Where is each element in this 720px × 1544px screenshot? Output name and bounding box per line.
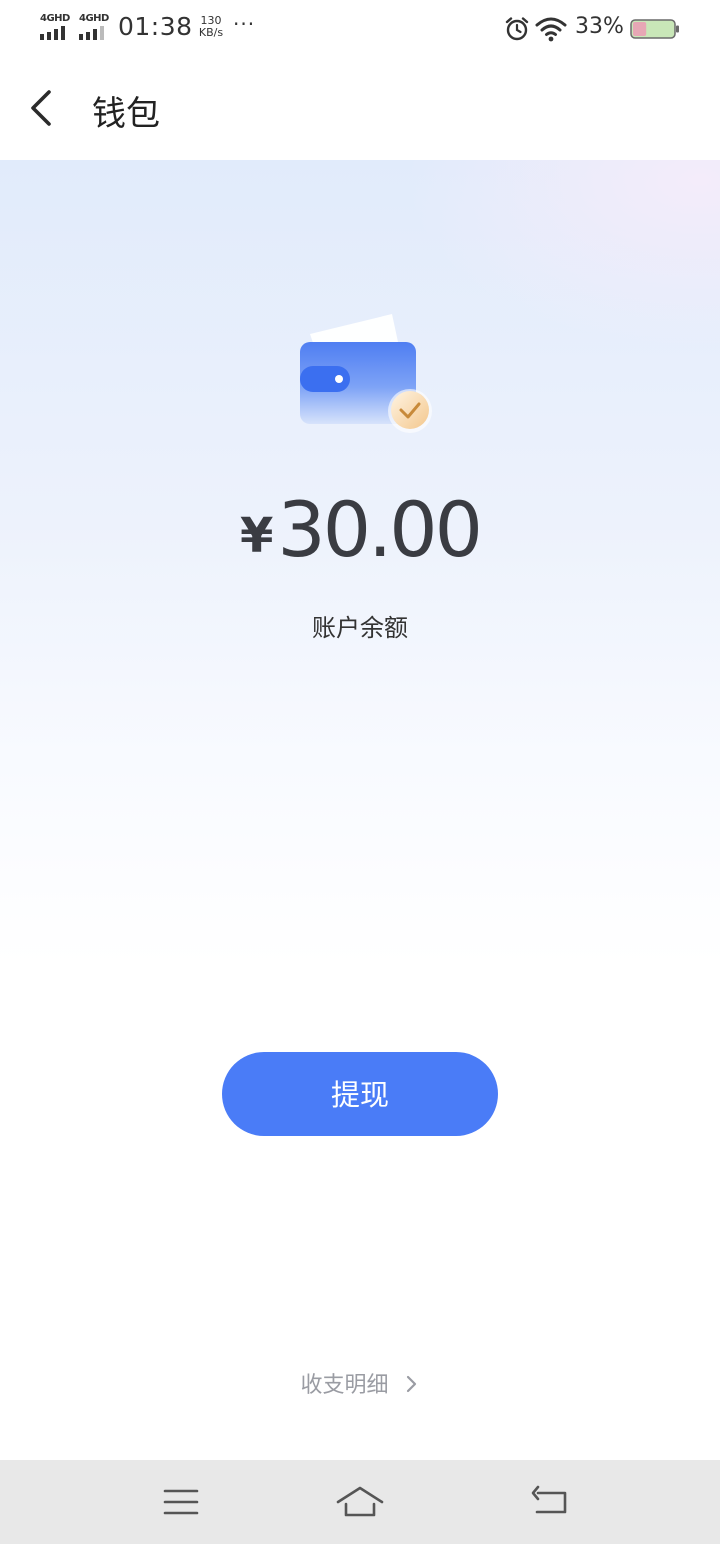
- chevron-left-icon: [31, 90, 51, 126]
- return-icon: [531, 1485, 567, 1514]
- app-header: 钱包: [0, 58, 720, 160]
- home-button[interactable]: [335, 1480, 385, 1524]
- status-bar: 4GHD 4GHD 01:38 130 KB/s ··· 33%: [0, 0, 720, 58]
- page-title: 钱包: [92, 94, 160, 134]
- withdraw-button[interactable]: 提现: [222, 1052, 498, 1136]
- wallet-icon: [300, 314, 432, 433]
- signal-strength-2: 4GHD: [79, 14, 113, 40]
- battery-icon: [630, 19, 679, 39]
- more-notifications-icon: ···: [233, 12, 256, 36]
- balance-label: 账户余额: [312, 614, 408, 642]
- network-speed: 130 KB/s: [195, 15, 227, 39]
- alarm-clock-icon: [505, 17, 529, 41]
- chevron-right-icon: [406, 1375, 416, 1393]
- transaction-details-link[interactable]: 收支明细: [0, 1367, 720, 1399]
- network-type-label: 4GHD: [40, 13, 70, 24]
- signal-bars-icon: [40, 26, 65, 40]
- return-button[interactable]: [524, 1480, 574, 1524]
- signal-strength-1: 4GHD: [40, 14, 74, 40]
- signal-bars-icon: [79, 26, 104, 40]
- home-icon: [336, 1486, 384, 1517]
- battery-percentage: 33%: [575, 14, 624, 39]
- network-type-label: 4GHD: [79, 13, 109, 24]
- balance-amount: ¥30.00: [0, 485, 720, 574]
- status-time: 01:38: [118, 12, 193, 41]
- transaction-details-label: 收支明细: [300, 1373, 389, 1398]
- system-nav-bar: [0, 1460, 720, 1544]
- back-button[interactable]: [22, 84, 62, 132]
- menu-icon: [163, 1489, 199, 1515]
- currency-symbol: ¥: [240, 508, 274, 564]
- balance-value: 30.00: [277, 485, 483, 574]
- wallet-main: ¥30.00 账户余额 提现 收支明细: [0, 160, 720, 1460]
- wifi-icon: [535, 17, 567, 42]
- network-speed-unit: KB/s: [198, 26, 224, 39]
- menu-button[interactable]: [156, 1480, 206, 1524]
